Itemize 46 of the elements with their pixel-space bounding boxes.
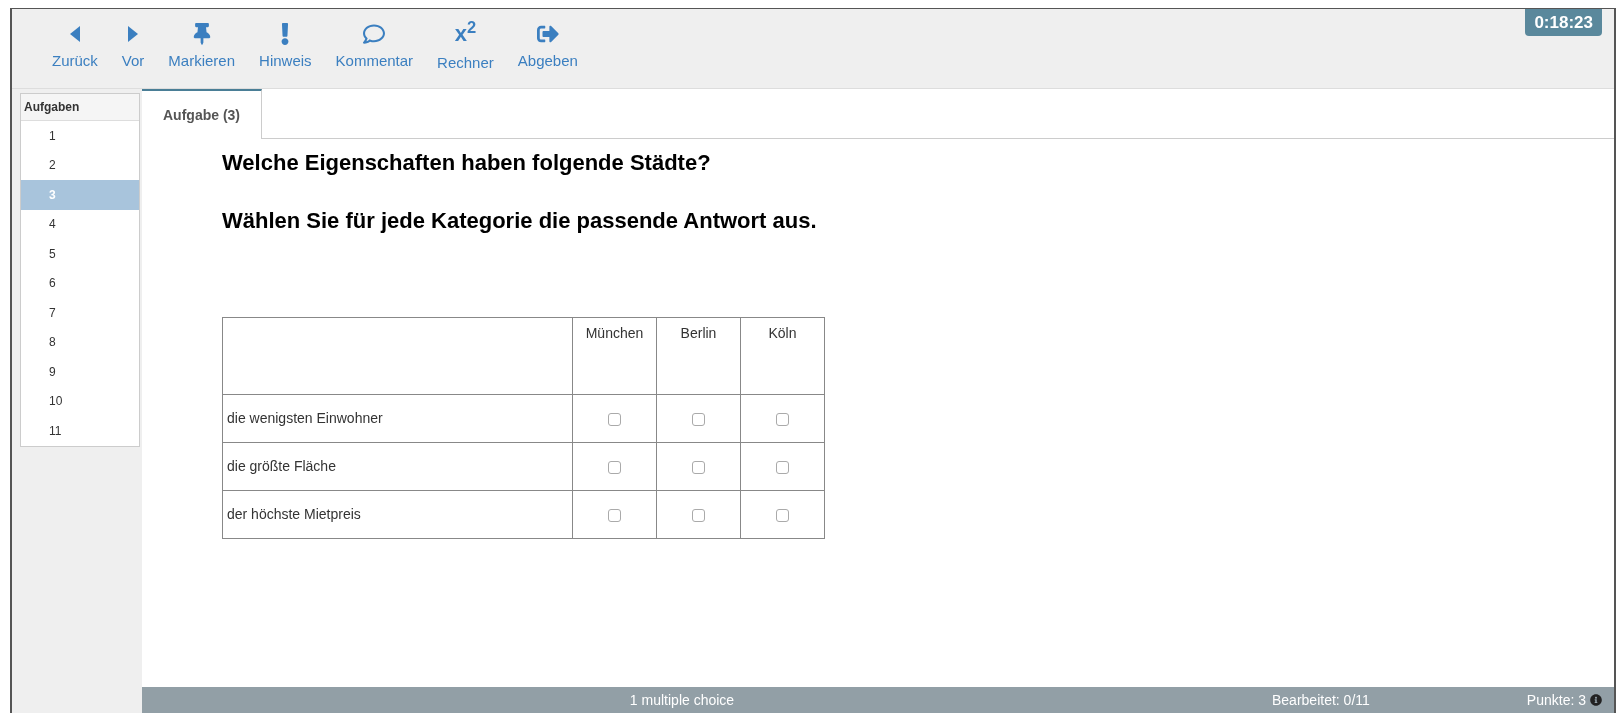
caret-right-icon	[128, 26, 139, 42]
checkbox[interactable]	[608, 460, 621, 474]
toolbar-button[interactable]: Kommentar	[323, 23, 426, 68]
task-item[interactable]: 5	[21, 239, 139, 269]
toolbar-button[interactable]: Markieren	[156, 23, 248, 68]
column-header: Berlin	[656, 317, 741, 395]
checkbox[interactable]	[692, 508, 705, 522]
task-tab[interactable]: Aufgabe (3)	[142, 89, 262, 139]
row-label: die größte Fläche	[222, 442, 573, 491]
task-item[interactable]: 4	[21, 209, 139, 239]
task-item[interactable]: 9	[21, 357, 139, 387]
toolbar-button[interactable]: Zurück	[40, 23, 110, 68]
row-label: der höchste Mietpreis	[222, 490, 573, 539]
checkbox[interactable]	[776, 412, 789, 426]
progress-text: Bearbeitet: 0/11	[1272, 690, 1370, 710]
info-icon[interactable]	[1590, 694, 1602, 706]
checkbox[interactable]	[776, 508, 789, 522]
task-item[interactable]: 7	[21, 298, 139, 328]
task-item[interactable]: 8	[21, 327, 139, 357]
checkbox[interactable]	[692, 412, 705, 426]
column-header: München	[572, 317, 657, 395]
column-header: Köln	[740, 317, 825, 395]
timer: 0:18:23	[1525, 9, 1602, 36]
caret-left-icon	[69, 26, 80, 42]
task-item[interactable]: 1	[21, 121, 139, 151]
task-item[interactable]: 11	[21, 416, 139, 446]
checkbox[interactable]	[608, 508, 621, 522]
checkbox[interactable]	[776, 460, 789, 474]
question-text: Wählen Sie für jede Kategorie die passende Antwort aus.	[222, 207, 818, 235]
superscript-icon: x$^{2}$	[454, 23, 477, 47]
task-item[interactable]: 2	[21, 150, 139, 180]
toolbar-button[interactable]: Abgeben	[505, 23, 590, 68]
task-item[interactable]: 6	[21, 268, 139, 298]
checkbox[interactable]	[692, 460, 705, 474]
toolbar-button[interactable]: x$^{2}$ Rechner	[425, 23, 506, 70]
question-text: Welche Eigenschaften haben folgende Städte?	[222, 149, 712, 177]
question-type: 1 multiple choice	[628, 690, 736, 710]
task-list-header: Aufgaben	[21, 94, 139, 121]
points-text: Punkte: 3	[1526, 690, 1586, 710]
speech-bubble-icon	[363, 23, 386, 45]
sign-out-icon	[536, 23, 559, 45]
toolbar-button[interactable]: Vor	[109, 23, 157, 68]
toolbar-button[interactable]: Hinweis	[247, 23, 324, 68]
checkbox[interactable]	[608, 412, 621, 426]
row-label: die wenigsten Einwohner	[222, 394, 573, 443]
task-item[interactable]: 10	[21, 386, 139, 416]
